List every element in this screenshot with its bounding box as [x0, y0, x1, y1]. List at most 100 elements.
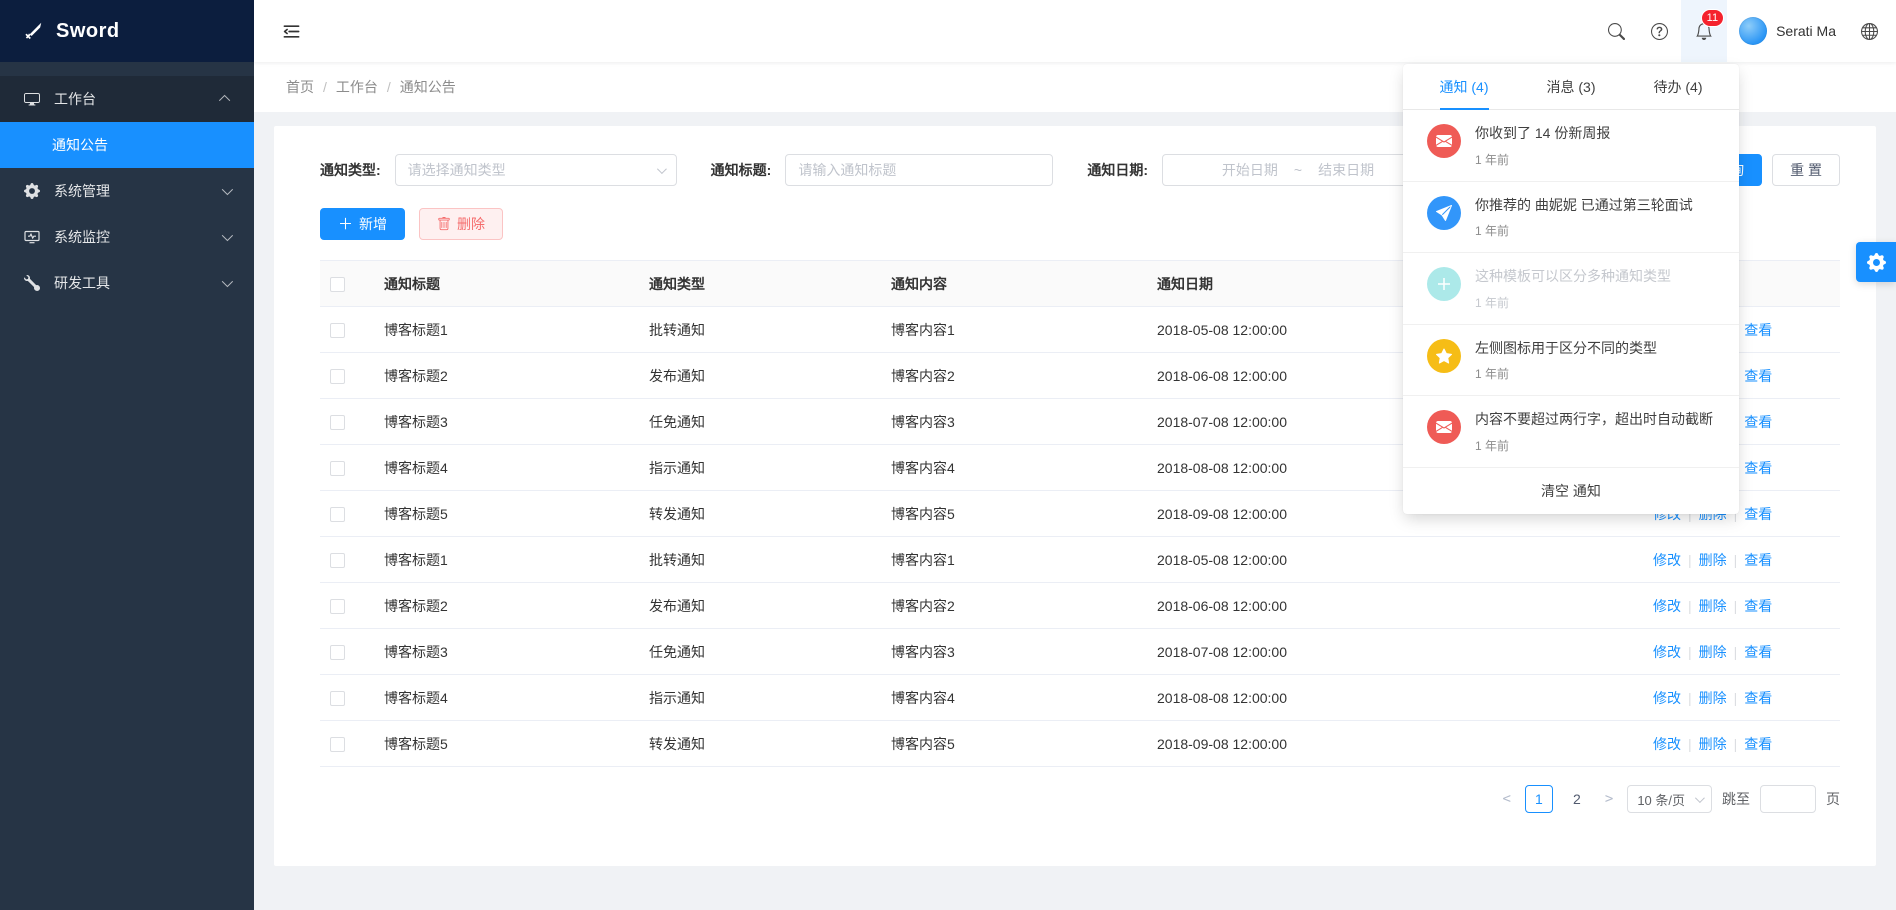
row-checkbox[interactable] [330, 599, 345, 614]
action-separator: | [1734, 690, 1738, 706]
view-link[interactable]: 查看 [1744, 368, 1772, 384]
help-icon[interactable] [1638, 0, 1681, 62]
notification-item[interactable]: 内容不要超过两行字，超出时自动截断 1 年前 [1403, 396, 1739, 468]
action-separator: | [1734, 736, 1738, 752]
tab-notifications[interactable]: 通知 (4) [1440, 64, 1489, 109]
cell-notice-content: 博客内容5 [881, 721, 1147, 767]
view-link[interactable]: 查看 [1744, 736, 1772, 752]
cell-actions: 修改|删除|查看 [1643, 583, 1840, 629]
sidebar-item-label: 系统管理 [54, 181, 110, 201]
cell-notice-content: 博客内容1 [881, 537, 1147, 583]
sidebar-item-system-admin[interactable]: 系统管理 [0, 168, 254, 214]
select-placeholder: 请选择通知类型 [408, 160, 506, 180]
prev-page-button[interactable]: < [1498, 791, 1514, 807]
add-button[interactable]: ＋ 新增 [320, 208, 405, 240]
cell-notice-type: 指示通知 [639, 445, 881, 491]
view-link[interactable]: 查看 [1744, 598, 1772, 614]
sidebar: Sword 工作台 通知公告 系统管理 [0, 0, 254, 910]
sidebar-item-dev-tools[interactable]: 研发工具 [0, 260, 254, 306]
delete-link[interactable]: 删除 [1699, 644, 1727, 660]
jump-page-input[interactable] [1760, 785, 1816, 813]
edit-link[interactable]: 修改 [1653, 690, 1681, 706]
cell-notice-title: 博客标题1 [374, 537, 639, 583]
edit-link[interactable]: 修改 [1653, 552, 1681, 568]
view-link[interactable]: 查看 [1744, 322, 1772, 338]
view-link[interactable]: 查看 [1744, 506, 1772, 522]
notification-item[interactable]: 你推荐的 曲妮妮 已通过第三轮面试 1 年前 [1403, 182, 1739, 254]
breadcrumb-workbench[interactable]: 工作台 [336, 77, 378, 97]
sidebar-item-notice[interactable]: 通知公告 [0, 122, 254, 168]
date-start-placeholder: 开始日期 [1222, 160, 1278, 180]
delete-button[interactable]: 删除 [419, 208, 503, 240]
row-checkbox[interactable] [330, 369, 345, 384]
delete-link[interactable]: 删除 [1699, 598, 1727, 614]
filter-notice-date: 通知日期: 开始日期 ~ 结束日期 [1087, 154, 1434, 186]
page-unit-label: 页 [1826, 789, 1840, 809]
user-menu[interactable]: Serati Ma [1727, 17, 1848, 45]
row-checkbox[interactable] [330, 645, 345, 660]
row-checkbox[interactable] [330, 323, 345, 338]
cell-notice-date: 2018-05-08 12:00:00 [1147, 537, 1643, 583]
reset-button[interactable]: 重 置 [1772, 154, 1840, 186]
table-row: 博客标题1 批转通知 博客内容1 2018-05-08 12:00:00 修改|… [320, 537, 1840, 583]
view-link[interactable]: 查看 [1744, 460, 1772, 476]
delete-link[interactable]: 删除 [1699, 736, 1727, 752]
notification-body: 内容不要超过两行字，超出时自动截断 1 年前 [1475, 410, 1713, 454]
view-link[interactable]: 查看 [1744, 644, 1772, 660]
next-page-button[interactable]: > [1601, 791, 1617, 807]
desktop-icon [24, 90, 42, 108]
chevron-down-icon [222, 230, 233, 241]
row-checkbox[interactable] [330, 415, 345, 430]
breadcrumb-current: 通知公告 [400, 77, 456, 97]
page-size-select[interactable]: 10 条/页 [1627, 785, 1712, 813]
plus-icon: ＋ [338, 217, 353, 232]
cell-notice-date: 2018-06-08 12:00:00 [1147, 583, 1643, 629]
jump-label: 跳至 [1722, 789, 1750, 809]
edit-link[interactable]: 修改 [1653, 736, 1681, 752]
view-link[interactable]: 查看 [1744, 552, 1772, 568]
cell-notice-title: 博客标题2 [374, 353, 639, 399]
globe-icon[interactable] [1848, 0, 1896, 62]
star-icon [1427, 339, 1461, 373]
topbar: 11 Serati Ma [254, 0, 1896, 62]
edit-link[interactable]: 修改 [1653, 598, 1681, 614]
cell-notice-content: 博客内容1 [881, 307, 1147, 353]
date-range-picker[interactable]: 开始日期 ~ 结束日期 [1162, 154, 1434, 186]
sidebar-item-workbench[interactable]: 工作台 [0, 76, 254, 122]
notification-bell[interactable]: 11 [1681, 0, 1727, 62]
page-number-1[interactable]: 1 [1525, 785, 1553, 813]
breadcrumb-home[interactable]: 首页 [286, 77, 314, 97]
delete-link[interactable]: 删除 [1699, 690, 1727, 706]
settings-fab-button[interactable] [1856, 242, 1896, 282]
row-checkbox[interactable] [330, 691, 345, 706]
menu-fold-icon[interactable] [282, 22, 301, 41]
row-checkbox[interactable] [330, 553, 345, 568]
notification-item[interactable]: 左侧图标用于区分不同的类型 1 年前 [1403, 325, 1739, 397]
notification-item[interactable]: 这种模板可以区分多种通知类型 1 年前 [1403, 253, 1739, 325]
filter-type-label: 通知类型: [320, 160, 381, 180]
tab-todos[interactable]: 待办 (4) [1654, 64, 1703, 109]
notification-item[interactable]: 你收到了 14 份新周报 1 年前 [1403, 110, 1739, 182]
row-checkbox[interactable] [330, 737, 345, 752]
tab-messages[interactable]: 消息 (3) [1547, 64, 1596, 109]
select-all-checkbox[interactable] [330, 277, 345, 292]
view-link[interactable]: 查看 [1744, 690, 1772, 706]
notice-title-input[interactable] [785, 154, 1053, 186]
view-link[interactable]: 查看 [1744, 414, 1772, 430]
chevron-down-icon [657, 164, 667, 174]
row-checkbox[interactable] [330, 507, 345, 522]
page-number-2[interactable]: 2 [1563, 785, 1591, 813]
chevron-down-icon [1695, 793, 1705, 803]
clear-notifications-button[interactable]: 清空 通知 [1403, 468, 1739, 514]
edit-link[interactable]: 修改 [1653, 644, 1681, 660]
notification-title: 内容不要超过两行字，超出时自动截断 [1475, 410, 1713, 430]
cell-notice-type: 转发通知 [639, 721, 881, 767]
cell-actions: 修改|删除|查看 [1643, 629, 1840, 675]
row-checkbox[interactable] [330, 461, 345, 476]
sidebar-item-system-monitor[interactable]: 系统监控 [0, 214, 254, 260]
cell-actions: 修改|删除|查看 [1643, 721, 1840, 767]
notice-type-select[interactable]: 请选择通知类型 [395, 154, 677, 186]
delete-link[interactable]: 删除 [1699, 552, 1727, 568]
filter-notice-type: 通知类型: 请选择通知类型 [320, 154, 677, 186]
search-icon[interactable] [1595, 0, 1638, 62]
